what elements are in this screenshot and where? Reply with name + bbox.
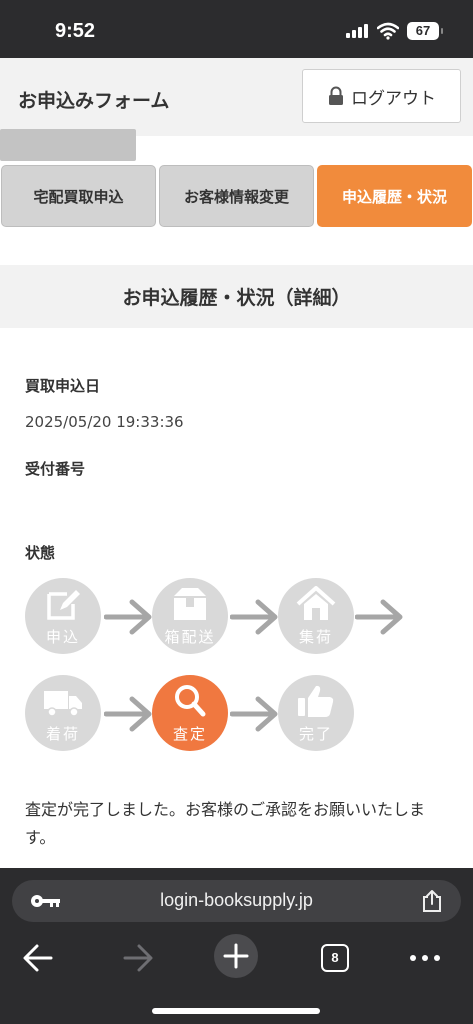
tab-takuhai-kaitori[interactable]: 宅配買取申込 [1,165,156,227]
home-indicator [152,1008,320,1014]
status-label: 状態 [25,544,56,562]
step-label: 着荷 [45,725,80,743]
step-label: 査定 [172,725,207,743]
status-time: 9:52 [55,20,96,42]
thumbs-up-icon [298,685,334,717]
step-label: 申込 [45,628,80,646]
tab-customer-info[interactable]: お客様情報変更 [159,165,314,227]
step-arrival: 着荷 [25,675,101,751]
application-date-label: 買取申込日 [25,377,101,395]
page-title: お申込みフォーム [18,90,170,112]
more-dots-icon[interactable] [408,938,442,978]
share-icon[interactable] [421,889,443,913]
status-bar: 9:52 67 [0,0,473,58]
step-label: 集荷 [298,628,333,646]
plus-icon [223,943,249,969]
placeholder-bar [0,129,136,161]
browser-toolbar: login-booksupply.jp 8 [0,868,473,1024]
house-icon [296,586,336,620]
address-bar[interactable]: login-booksupply.jp [12,880,461,922]
receipt-number-label: 受付番号 [25,460,86,478]
logout-label: ログアウト [351,88,436,109]
forward-arrow-icon[interactable] [122,938,154,978]
battery-icon: 67 [407,22,443,40]
tabs-count-button[interactable]: 8 [321,944,349,972]
section-title: お申込履歴・状況（詳細） [0,265,473,328]
step-box-delivery: 箱配送 [152,578,228,654]
arrow-right-icon [230,599,278,635]
wifi-icon [377,22,399,40]
step-label: 完了 [298,725,333,743]
page-header: お申込みフォーム ログアウト [0,58,473,136]
step-pickup: 集荷 [278,578,354,654]
tab-application-history[interactable]: 申込履歴・状況 [317,165,472,227]
status-message: 査定が完了しました。お客様のご承認をお願いいたします。 [25,800,426,847]
cellular-signal-icon [346,24,370,38]
box-icon [174,588,206,620]
arrow-right-icon [104,696,152,732]
url-text: login-booksupply.jp [160,890,313,910]
arrow-right-icon [355,599,403,635]
step-label: 箱配送 [164,628,216,646]
step-application: 申込 [25,578,101,654]
arrow-right-icon [104,599,152,635]
step-complete: 完了 [278,675,354,751]
lock-icon [329,86,343,105]
logout-button[interactable]: ログアウト [302,69,461,123]
pencil-note-icon [47,590,80,620]
magnifier-icon [175,685,206,717]
back-arrow-icon[interactable] [22,938,54,978]
arrow-right-icon [230,696,278,732]
application-date-value: 2025/05/20 19:33:36 [25,413,184,431]
truck-icon [44,691,82,717]
new-tab-button[interactable] [214,934,258,978]
step-appraisal: 査定 [152,675,228,751]
